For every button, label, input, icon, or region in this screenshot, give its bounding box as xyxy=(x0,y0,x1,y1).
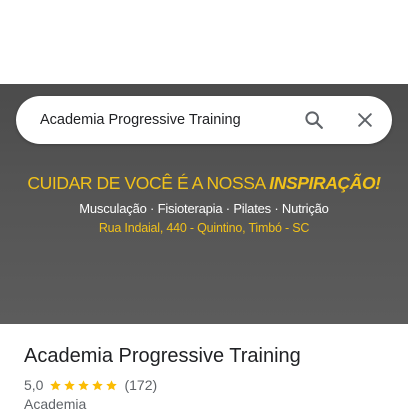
banner-headline-regular: CUIDAR DE VOCÊ É A NOSSA xyxy=(27,173,270,193)
star-icon xyxy=(106,379,118,390)
banner-headline-bold: INSPIRAÇÃO! xyxy=(269,173,381,193)
star-icon xyxy=(78,379,90,390)
rating-row[interactable]: 5,0 (172) xyxy=(24,376,157,394)
search-bar[interactable]: Academia Progressive Training xyxy=(16,96,392,144)
top-blank-area xyxy=(0,0,408,84)
banner-address: Rua Indaial, 440 - Quintino, Timbó - SC xyxy=(98,221,310,235)
clear-search-button[interactable] xyxy=(349,104,381,136)
banner-headline: CUIDAR DE VOCÊ É A NOSSA INSPIRAÇÃO! xyxy=(0,172,408,194)
rating-value: 5,0 xyxy=(24,377,44,393)
banner-services: Musculação · Fisioterapia · Pilates · Nu… xyxy=(79,201,329,216)
search-icon xyxy=(305,111,323,129)
star-icon xyxy=(64,379,76,390)
review-count-link[interactable]: (172) xyxy=(124,376,157,394)
place-title: Academia Progressive Training xyxy=(24,345,301,367)
close-icon xyxy=(358,113,372,127)
star-icon xyxy=(92,379,104,390)
place-info-panel: Academia Progressive Training 5,0 (172) … xyxy=(0,324,408,412)
search-input[interactable]: Academia Progressive Training xyxy=(40,111,241,129)
star-icon xyxy=(50,379,62,390)
search-button[interactable] xyxy=(298,104,330,136)
star-rating xyxy=(49,379,119,392)
place-category: Academia xyxy=(24,396,87,412)
